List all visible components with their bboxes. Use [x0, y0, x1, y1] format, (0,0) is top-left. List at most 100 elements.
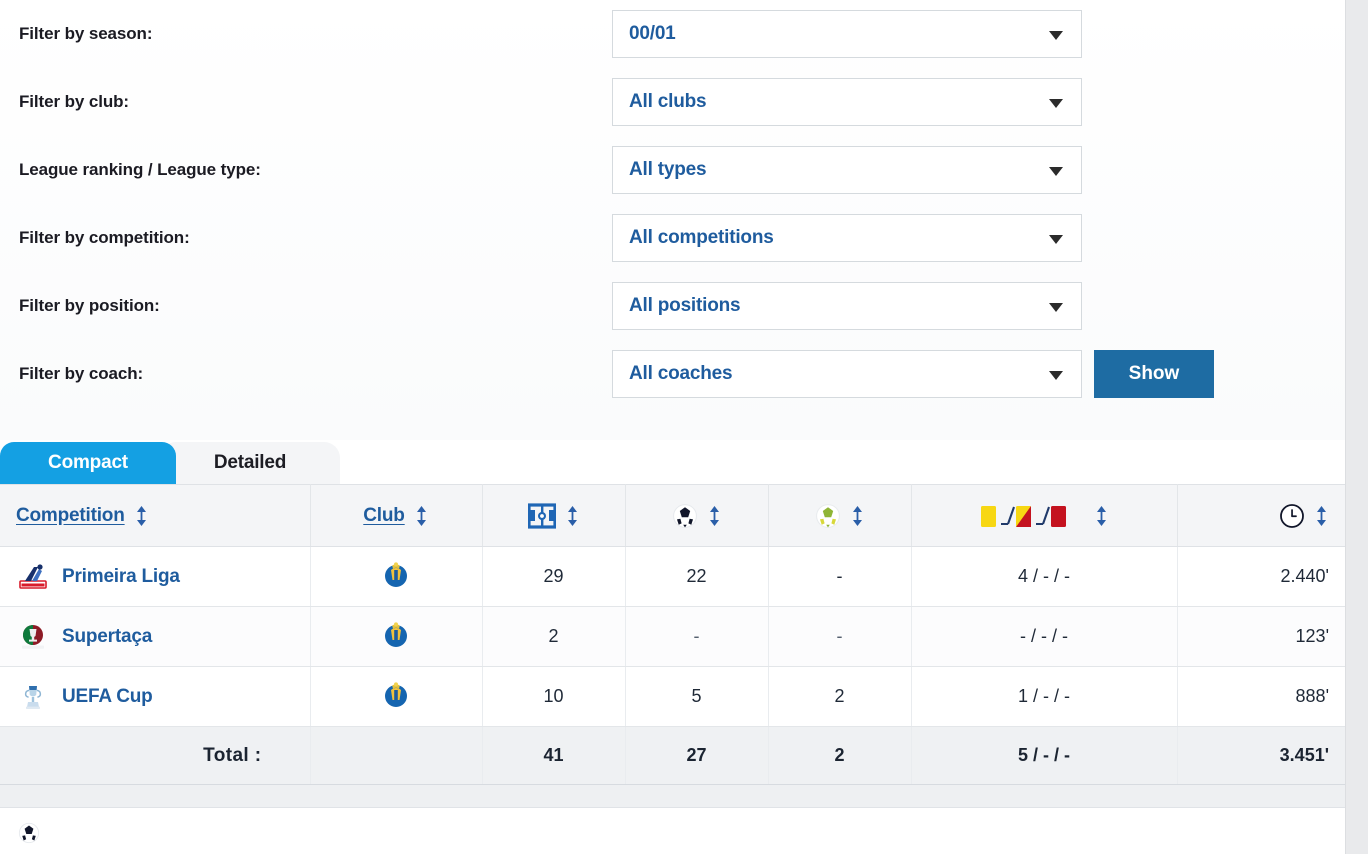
cell-assists: -: [768, 607, 911, 667]
cell-assists: -: [768, 547, 911, 607]
chevron-down-icon: [1049, 371, 1063, 380]
filter-label-position: Filter by position:: [19, 296, 160, 316]
filter-row-coach: Filter by coach: All coaches Show: [0, 340, 1345, 408]
competition-link[interactable]: Primeira Liga: [62, 566, 180, 588]
cell-club: [310, 667, 482, 727]
competition-link[interactable]: UEFA Cup: [62, 686, 153, 708]
cell-competition: Supertaça: [0, 607, 310, 667]
position-select-value: All positions: [629, 295, 740, 317]
sort-arrow-icon[interactable]: [850, 505, 865, 527]
sort-link-club[interactable]: Club: [363, 505, 404, 527]
season-select-value: 00/01: [629, 23, 676, 45]
th-cards: [911, 485, 1177, 547]
sort-link-competition[interactable]: Competition: [16, 505, 125, 527]
filter-control-competition: All competitions: [612, 214, 1082, 262]
cell-club: [310, 607, 482, 667]
league-type-select-value: All types: [629, 159, 706, 181]
filter-control-club: All clubs: [612, 78, 1082, 126]
total-cards: 5 / - / -: [911, 727, 1177, 785]
season-select[interactable]: 00/01: [612, 10, 1082, 58]
table-total-row: Total : 41 27 2 5 / - / - 3.451': [0, 727, 1345, 785]
football-icon: [672, 503, 698, 529]
total-goals: 27: [625, 727, 768, 785]
cell-minutes: 888': [1177, 667, 1345, 727]
table-header-row: Competition Club: [0, 485, 1345, 547]
total-label: Total :: [0, 727, 310, 785]
total-club-spacer: [310, 727, 482, 785]
filter-control-coach: All coaches Show: [612, 350, 1214, 398]
cell-club: [310, 547, 482, 607]
th-minutes: [1177, 485, 1345, 547]
coach-select[interactable]: All coaches: [612, 350, 1082, 398]
cell-competition: Primeira Liga: [0, 547, 310, 607]
table-row[interactable]: Supertaça 2: [0, 607, 1345, 667]
cell-assists: 2: [768, 667, 911, 727]
table-row[interactable]: Primeira Liga 29: [0, 547, 1345, 607]
pitch-icon: [528, 503, 556, 529]
total-minutes: 3.451': [1177, 727, 1345, 785]
filter-control-league-type: All types: [612, 146, 1082, 194]
show-button[interactable]: Show: [1094, 350, 1214, 398]
filter-label-league-type: League ranking / League type:: [19, 160, 261, 180]
filter-label-season: Filter by season:: [19, 24, 152, 44]
competition-select-value: All competitions: [629, 227, 774, 249]
total-assists: 2: [768, 727, 911, 785]
position-select[interactable]: All positions: [612, 282, 1082, 330]
th-competition: Competition: [0, 485, 310, 547]
next-section-peek: [0, 808, 1345, 844]
cell-competition: UEFA Cup: [0, 667, 310, 727]
competition-select[interactable]: All competitions: [612, 214, 1082, 262]
competition-link[interactable]: Supertaça: [62, 626, 152, 648]
tab-detailed[interactable]: Detailed: [160, 442, 340, 484]
supertaca-logo: [18, 622, 48, 652]
filter-row-position: Filter by position: All positions: [0, 272, 1345, 340]
sort-arrow-icon[interactable]: [134, 505, 149, 527]
chevron-down-icon: [1049, 303, 1063, 312]
chevron-down-icon: [1049, 99, 1063, 108]
filter-row-league-type: League ranking / League type: All types: [0, 136, 1345, 204]
fc-porto-badge[interactable]: [381, 679, 411, 709]
cell-cards: 4 / - / -: [911, 547, 1177, 607]
filter-control-position: All positions: [612, 282, 1082, 330]
coach-select-value: All coaches: [629, 363, 732, 385]
content-area: Filter by season: 00/01 Filter by club: …: [0, 0, 1345, 854]
cell-goals: 22: [625, 547, 768, 607]
cell-goals: -: [625, 607, 768, 667]
page-root: Filter by season: 00/01 Filter by club: …: [0, 0, 1368, 854]
cell-minutes: 2.440': [1177, 547, 1345, 607]
fc-porto-badge[interactable]: [381, 559, 411, 589]
th-appearances: [482, 485, 625, 547]
chevron-down-icon: [1049, 235, 1063, 244]
club-select[interactable]: All clubs: [612, 78, 1082, 126]
tab-compact[interactable]: Compact: [0, 442, 176, 484]
filter-panel: Filter by season: 00/01 Filter by club: …: [0, 0, 1345, 440]
clock-icon: [1279, 503, 1305, 529]
filter-label-coach: Filter by coach:: [19, 364, 143, 384]
club-select-value: All clubs: [629, 91, 706, 113]
chevron-down-icon: [1049, 31, 1063, 40]
fc-porto-badge[interactable]: [381, 619, 411, 649]
sort-arrow-icon[interactable]: [707, 505, 722, 527]
football-icon: [18, 822, 40, 844]
sort-arrow-icon[interactable]: [1314, 505, 1329, 527]
chevron-down-icon: [1049, 167, 1063, 176]
sort-arrow-icon[interactable]: [414, 505, 429, 527]
view-tabs: Detailed Compact: [0, 442, 1345, 484]
cell-cards: - / - / -: [911, 607, 1177, 667]
cell-appearances: 2: [482, 607, 625, 667]
filter-label-competition: Filter by competition:: [19, 228, 190, 248]
filter-row-club: Filter by club: All clubs: [0, 68, 1345, 136]
page-gutter: [1345, 0, 1368, 854]
cell-cards: 1 / - / -: [911, 667, 1177, 727]
th-goals: [625, 485, 768, 547]
filter-control-season: 00/01: [612, 10, 1082, 58]
total-appearances: 41: [482, 727, 625, 785]
filter-row-competition: Filter by competition: All competitions: [0, 204, 1345, 272]
stats-table-wrap: Competition Club: [0, 484, 1345, 844]
table-row[interactable]: UEFA Cup 10: [0, 667, 1345, 727]
table-footer-strip: [0, 785, 1345, 808]
sort-arrow-icon[interactable]: [565, 505, 580, 527]
league-type-select[interactable]: All types: [612, 146, 1082, 194]
uefa-cup-logo: [18, 682, 48, 712]
sort-arrow-icon[interactable]: [1094, 505, 1109, 527]
